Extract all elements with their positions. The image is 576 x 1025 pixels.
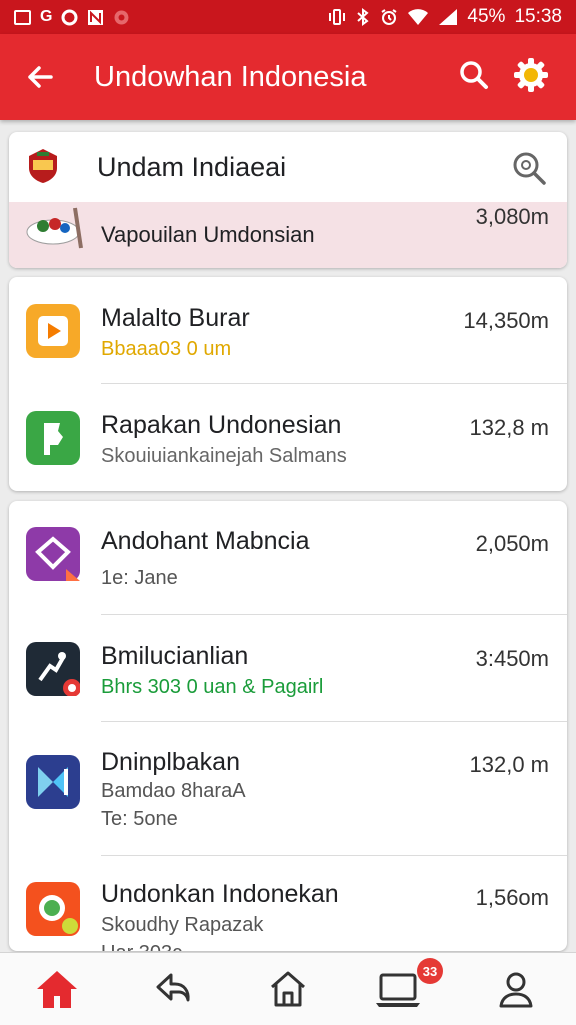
list-item-size: 132,0 m — [469, 752, 550, 777]
list-item-subtitle: Bamdao 8haraA — [101, 780, 246, 802]
search-icon — [513, 152, 546, 185]
list-item-name: Dninplbakan — [101, 748, 240, 776]
house-outline-icon — [271, 971, 305, 1007]
food-bowl-icon — [26, 207, 83, 249]
play-icon — [26, 304, 80, 358]
nav-house[interactable] — [264, 965, 312, 1013]
list-item[interactable]: Andohant Mabncia 1e: Jane 2,050m — [9, 501, 567, 615]
status-bar: G 45% 15:38 — [0, 0, 576, 34]
header-card-title: Undam Indiaeai — [97, 151, 287, 182]
list-item-name: Bmilucianlian — [101, 642, 249, 670]
nav-home[interactable] — [33, 965, 81, 1013]
list-item-size: 3,080m — [475, 204, 549, 229]
alarm-icon — [380, 8, 398, 26]
status-time: 15:38 — [514, 6, 562, 27]
list-item-subtitle: Skouiuiankainejah Salmans — [101, 445, 347, 467]
list-item-subtitle-2: Te: 5one — [101, 808, 178, 830]
list-item[interactable]: Malalto Burar Bbaaa03 0 um 14,350m — [9, 277, 567, 384]
home-icon — [37, 971, 77, 1008]
record-icon — [113, 9, 130, 26]
game-icon — [26, 642, 81, 697]
status-right-icons: 45% 15:38 — [328, 6, 562, 28]
back-button[interactable] — [0, 62, 80, 92]
header-card: Undam Indiaeai Vapouilan Umdonsian 3,080… — [9, 132, 567, 268]
wifi-icon — [407, 8, 429, 26]
list-item-name: Rapakan Undonesian — [101, 411, 342, 439]
list-item-size: 132,8 m — [469, 415, 550, 440]
list-item-size: 2,050m — [475, 531, 549, 556]
settings-button[interactable] — [512, 56, 550, 99]
list-item-subtitle: Skoudhy Rapazak — [101, 914, 264, 936]
nav-profile[interactable] — [492, 965, 540, 1013]
bottom-nav — [0, 952, 576, 1025]
app-group-1: Malalto Burar Bbaaa03 0 um 14,350m Rapak… — [9, 277, 567, 491]
list-item[interactable]: Dninplbakan Bamdao 8haraA Te: 5one 132,0… — [9, 722, 567, 856]
badge-logo-icon — [29, 149, 57, 183]
circle-icon — [61, 9, 78, 26]
status-left-icons: G — [14, 8, 130, 26]
header-card-item[interactable]: Vapouilan Umdonsian 3,080m — [9, 202, 567, 268]
app-group-2: Andohant Mabncia 1e: Jane 2,050m Bmiluci… — [9, 501, 567, 951]
list-item-size: 1,56om — [475, 885, 549, 910]
list-item[interactable]: Rapakan Undonesian Skouiuiankainejah Sal… — [9, 384, 567, 491]
list-item[interactable]: Bmilucianlian Bhrs 303 0 uan & Pagairl 3… — [9, 615, 567, 722]
arrow-left-icon — [28, 66, 53, 88]
header-search-button[interactable] — [511, 150, 547, 191]
header-card-title-row: Undam Indiaeai — [9, 132, 567, 202]
list-item-name: Vapouilan Umdonsian — [101, 222, 315, 247]
search-icon — [460, 60, 488, 89]
app-bar: Undowhan Indonesia — [0, 34, 576, 120]
gear-icon — [514, 57, 548, 92]
laptop-icon — [376, 973, 420, 1007]
g-icon: G — [40, 8, 53, 25]
notification-badge: 33 — [417, 958, 443, 984]
search-app-icon — [26, 882, 80, 936]
diamond-icon — [26, 527, 80, 581]
list-item-subtitle: 1e: Jane — [101, 567, 178, 589]
n-icon — [87, 9, 104, 26]
list-item-subtitle: Bhrs 303 0 uan & Pagairl — [101, 676, 324, 698]
battery-level: 45% — [467, 6, 506, 27]
list-item-name: Andohant Mabncia — [101, 527, 310, 555]
search-button[interactable] — [458, 59, 490, 96]
list-item[interactable]: Undonkan Indonekan Skoudhy Rapazak Uar 3… — [9, 856, 567, 951]
flag-icon — [26, 411, 80, 465]
signal-icon — [438, 8, 458, 26]
gallery-icon — [14, 9, 31, 25]
profile-icon — [499, 972, 533, 1008]
vibrate-icon — [328, 8, 346, 26]
bluetooth-icon — [355, 8, 371, 26]
list-item-name: Undonkan Indonekan — [101, 880, 339, 908]
list-item-size: 3:450m — [475, 646, 549, 671]
media-icon — [26, 755, 80, 809]
page-title: Undowhan Indonesia — [94, 60, 367, 93]
list-item-subtitle-2: Uar 303c — [101, 942, 182, 951]
nav-share[interactable] — [149, 965, 197, 1013]
nav-laptop[interactable] — [374, 965, 422, 1013]
list-item-size: 14,350m — [463, 308, 549, 333]
list-item-subtitle: Bbaaa03 0 um — [101, 338, 232, 360]
share-icon — [156, 973, 190, 1002]
list-item-name: Malalto Burar — [101, 304, 250, 332]
